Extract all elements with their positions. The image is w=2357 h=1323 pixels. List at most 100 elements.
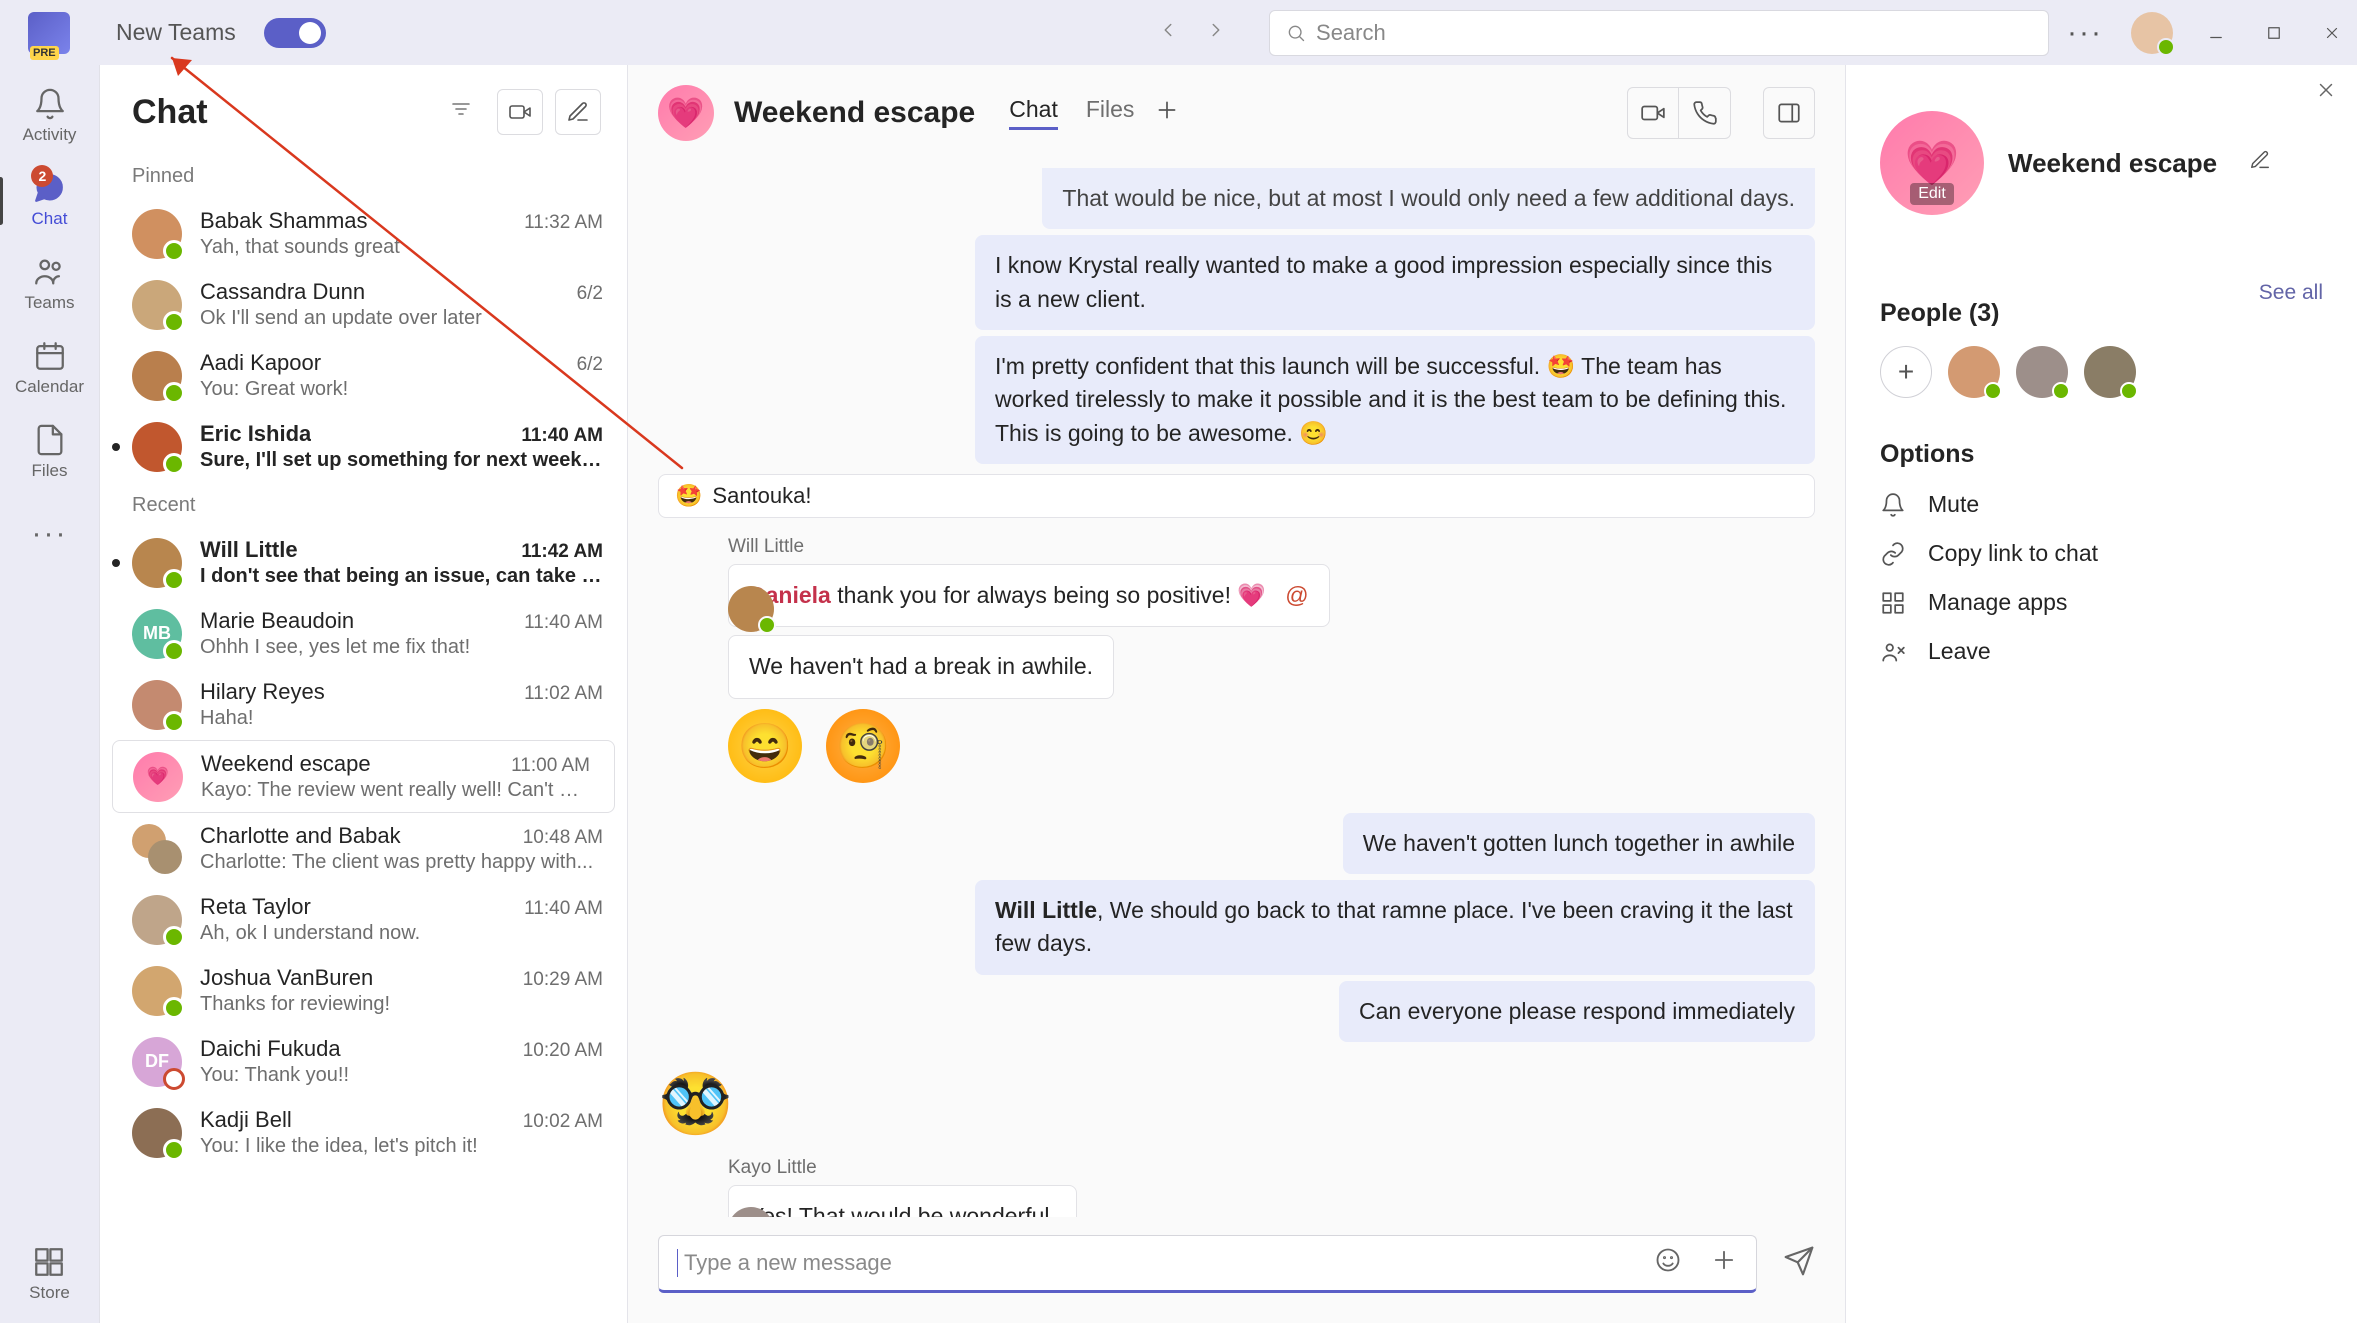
- message-bubble[interactable]: Can everyone please respond immediately: [1339, 981, 1815, 1042]
- chat-preview: Kayo: The review went really well! Can't…: [201, 779, 590, 802]
- group-avatar[interactable]: 💗Edit: [1880, 111, 1984, 215]
- chat-preview: You: I like the idea, let's pitch it!: [200, 1135, 603, 1158]
- add-person-button[interactable]: +: [1880, 346, 1932, 398]
- message-bubble[interactable]: I know Krystal really wanted to make a g…: [975, 235, 1815, 330]
- chat-preview: Charlotte: The client was pretty happy w…: [200, 851, 603, 874]
- chat-avatar: [132, 824, 182, 874]
- app-icon: [28, 12, 70, 54]
- chat-row[interactable]: Joshua VanBuren10:29 AMThanks for review…: [100, 955, 627, 1026]
- tab-chat[interactable]: Chat: [1009, 96, 1058, 130]
- chat-row[interactable]: Eric Ishida11:40 AMSure, I'll set up som…: [100, 411, 627, 482]
- person-avatar[interactable]: [2016, 346, 2068, 398]
- see-all-link[interactable]: See all: [2259, 281, 2323, 305]
- message-bubble[interactable]: That would be nice, but at most I would …: [1042, 168, 1815, 229]
- app-rail: Activity 2 Chat Teams Calendar Files ···…: [0, 65, 100, 1323]
- option-mute[interactable]: Mute: [1880, 491, 2323, 518]
- chat-row[interactable]: Charlotte and Babak10:48 AMCharlotte: Th…: [100, 813, 627, 884]
- message-reaction[interactable]: 🤩Santouka!: [658, 474, 1815, 518]
- add-tab-button[interactable]: [1154, 97, 1180, 129]
- new-chat-button[interactable]: [555, 89, 601, 135]
- message-bubble[interactable]: I'm pretty confident that this launch wi…: [975, 336, 1815, 464]
- option-manage-apps[interactable]: Manage apps: [1880, 589, 2323, 616]
- window-maximize[interactable]: [2259, 24, 2289, 42]
- open-pane-button[interactable]: [1763, 87, 1815, 139]
- message-bubble[interactable]: Yes! That would be wonderful.: [728, 1185, 1077, 1217]
- back-button[interactable]: [1157, 19, 1179, 47]
- message-bubble[interactable]: Will Little, We should go back to that r…: [975, 880, 1815, 975]
- chat-row[interactable]: Will Little11:42 AMI don't see that bein…: [100, 527, 627, 598]
- chat-row[interactable]: Babak Shammas11:32 AMYah, that sounds gr…: [100, 198, 627, 269]
- chat-time: 11:42 AM: [521, 541, 603, 563]
- chat-row[interactable]: DFDaichi Fukuda10:20 AMYou: Thank you!!: [100, 1026, 627, 1097]
- option-copy-link[interactable]: Copy link to chat: [1880, 540, 2323, 567]
- chat-row[interactable]: Cassandra Dunn6/2Ok I'll send an update …: [100, 269, 627, 340]
- more-button[interactable]: ···: [2067, 16, 2103, 50]
- search-input[interactable]: Search: [1269, 10, 2049, 56]
- tab-files[interactable]: Files: [1086, 96, 1135, 130]
- person-avatar[interactable]: [2084, 346, 2136, 398]
- audio-call-button[interactable]: [1679, 87, 1731, 139]
- option-leave[interactable]: Leave: [1880, 638, 2323, 665]
- rail-label: Store: [29, 1283, 70, 1303]
- emoji-button[interactable]: [1654, 1246, 1682, 1280]
- rail-calendar[interactable]: Calendar: [15, 339, 84, 397]
- chat-name: Charlotte and Babak: [200, 823, 401, 849]
- rail-teams[interactable]: Teams: [24, 255, 74, 313]
- chat-preview: Ok I'll send an update over later: [200, 307, 603, 330]
- chat-avatar: [132, 209, 182, 259]
- send-button[interactable]: [1783, 1245, 1815, 1283]
- message-list[interactable]: That would be nice, but at most I would …: [628, 162, 1845, 1217]
- emoji-disguise[interactable]: 🥸: [658, 1068, 1815, 1139]
- window-close[interactable]: [2317, 24, 2347, 42]
- emoji-monocle[interactable]: 🧐: [826, 709, 900, 783]
- chat-row[interactable]: Aadi Kapoor6/2You: Great work!: [100, 340, 627, 411]
- details-pane: 💗Edit Weekend escape People (3) See all …: [1845, 65, 2357, 1323]
- window-minimize[interactable]: [2201, 24, 2231, 42]
- chat-avatar: [132, 351, 182, 401]
- message-bubble[interactable]: We haven't gotten lunch together in awhi…: [1343, 813, 1815, 874]
- rail-store[interactable]: Store: [29, 1245, 70, 1303]
- sender-avatar[interactable]: [728, 586, 774, 632]
- file-icon: [33, 423, 67, 457]
- chat-row[interactable]: Kadji Bell10:02 AMYou: I like the idea, …: [100, 1097, 627, 1168]
- close-pane-button[interactable]: [2315, 79, 2337, 107]
- chat-row[interactable]: MBMarie Beaudoin11:40 AMOhhh I see, yes …: [100, 598, 627, 669]
- chat-name: Aadi Kapoor: [200, 350, 321, 376]
- people-heading: People (3): [1880, 299, 1999, 328]
- forward-button[interactable]: [1205, 19, 1227, 47]
- rail-files[interactable]: Files: [32, 423, 68, 481]
- rail-more[interactable]: ···: [32, 517, 68, 551]
- rail-label: Files: [32, 461, 68, 481]
- chat-time: 11:40 AM: [524, 612, 603, 634]
- new-teams-toggle[interactable]: [264, 18, 326, 48]
- chat-row[interactable]: 💗Weekend escape11:00 AMKayo: The review …: [112, 740, 615, 813]
- edit-name-button[interactable]: [2249, 149, 2271, 177]
- chat-name: Joshua VanBuren: [200, 965, 373, 991]
- conversation-avatar[interactable]: 💗: [658, 85, 714, 141]
- person-avatar[interactable]: [1948, 346, 2000, 398]
- message-bubble[interactable]: We haven't had a break in awhile.: [728, 635, 1114, 698]
- calendar-icon: [33, 339, 67, 373]
- chat-preview: You: Thank you!!: [200, 1064, 603, 1087]
- chat-row[interactable]: Hilary Reyes11:02 AMHaha!: [100, 669, 627, 740]
- emoji-grin[interactable]: 😄: [728, 709, 802, 783]
- chat-avatar: 💗: [133, 752, 183, 802]
- rail-activity[interactable]: Activity: [23, 87, 77, 145]
- chat-list: Chat Pinned Babak Shammas11:32 AMYah, th…: [100, 65, 628, 1323]
- chat-row[interactable]: Reta Taylor11:40 AMAh, ok I understand n…: [100, 884, 627, 955]
- chat-avatar: MB: [132, 609, 182, 659]
- filter-button[interactable]: [449, 97, 473, 127]
- options-heading: Options: [1880, 440, 2323, 469]
- add-button[interactable]: [1710, 1246, 1738, 1280]
- video-call-button[interactable]: [1627, 87, 1679, 139]
- message-bubble[interactable]: Daniela thank you for always being so po…: [728, 564, 1330, 627]
- chat-preview: Yah, that sounds great: [200, 236, 603, 259]
- message-input[interactable]: Type a new message: [658, 1235, 1757, 1293]
- conversation-header: 💗 Weekend escape Chat Files: [628, 65, 1845, 162]
- compose-placeholder: Type a new message: [684, 1250, 892, 1276]
- chat-name: Daichi Fukuda: [200, 1036, 341, 1062]
- rail-chat[interactable]: 2 Chat: [32, 171, 68, 229]
- conversation-title: Weekend escape: [734, 96, 975, 130]
- meet-now-button[interactable]: [497, 89, 543, 135]
- user-avatar[interactable]: [2131, 12, 2173, 54]
